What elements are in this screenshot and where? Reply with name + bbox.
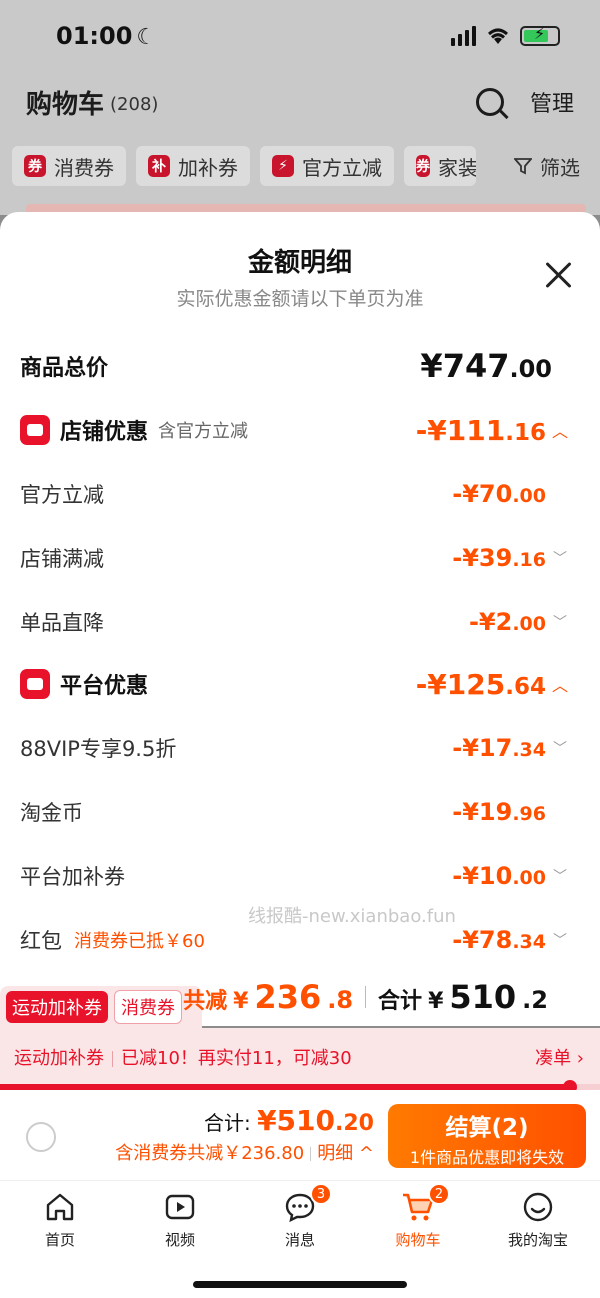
home-icon (46, 1193, 74, 1221)
messages-badge: 3 (310, 1183, 332, 1205)
row-taojinbi: 淘金币 -¥19.96 (20, 798, 546, 826)
wifi-icon (488, 28, 508, 44)
sheet-subtitle: 实际优惠金额请以下单页为准 (176, 288, 424, 310)
detail-toggle[interactable]: 明细 ^ (317, 1143, 374, 1164)
close-icon[interactable] (544, 260, 574, 290)
sheet-title: 金额明细 (247, 248, 352, 278)
filter-button[interactable]: 筛选 (514, 146, 588, 186)
chevron-up-icon: ︿ (551, 422, 568, 441)
cart-background: 01:00 ☾ ⚡ 购物车 (208) 管理 券消费券 补加补券 ⚡ 官方立减 券家… (0, 0, 600, 216)
profile-icon (523, 1192, 553, 1222)
lightning-icon: ⚡ (272, 155, 294, 177)
checkout-bar: 合计: ¥510.20 含消费券共减￥236.80 明细 ^ 结算(2) 1件商品… (0, 1090, 600, 1180)
row-single-item-drop[interactable]: 单品直降 -¥2.00 ﹀ (20, 602, 570, 642)
chevron-down-icon: ﹀ (553, 615, 567, 631)
battery-icon: ⚡ (520, 24, 560, 46)
tab-home[interactable]: 首页 (0, 1189, 120, 1250)
chip-official-discount[interactable]: ⚡ 官方立减 (260, 146, 394, 186)
discount-summary: 运动加补券 消费券 共减 ¥236.8 合计 ¥510.2 (0, 972, 600, 1028)
row-official-discount: 官方立减 -¥70.00 (20, 480, 546, 508)
checkout-button[interactable]: 结算(2) 1件商品优惠即将失效 (388, 1104, 586, 1168)
chip-subsidy-coupon[interactable]: 补加补券 (136, 146, 250, 186)
filter-chips: 券消费券 补加补券 ⚡ 官方立减 券家装 筛选 (12, 146, 588, 188)
filter-icon (514, 158, 532, 175)
chevron-down-icon: ﹀ (553, 933, 567, 949)
row-platform-subsidy-coupon[interactable]: 平台加补券 -¥10.00 ﹀ (20, 856, 570, 896)
tab-my-taobao[interactable]: 我的淘宝 (478, 1189, 598, 1250)
chip-consumer-coupon[interactable]: 券消费券 (12, 146, 126, 186)
coupon-icon: 券 (24, 155, 46, 177)
chevron-down-icon: ﹀ (553, 869, 567, 885)
tab-cart[interactable]: 2 购物车 (358, 1183, 478, 1250)
moon-icon: ☾ (136, 25, 157, 50)
watermark: 线报酷-new.xianbao.fun (248, 906, 456, 927)
chevron-up-icon: ︿ (551, 676, 568, 695)
row-total-price: 商品总价 ¥747.00 (20, 347, 552, 385)
status-time: 01:00 (56, 22, 133, 50)
tag-consumer-coupon: 消费券 (114, 990, 182, 1024)
subsidy-icon: 补 (148, 155, 170, 177)
chevron-down-icon: ﹀ (553, 741, 567, 757)
total-reduction: 236 (254, 978, 322, 1016)
row-store-full-reduction[interactable]: 店铺满减 -¥39.16 ﹀ (20, 538, 570, 578)
tab-video[interactable]: 视频 (120, 1189, 240, 1250)
promo-bar[interactable]: 运动加补券 已减10！再实付11，可减30 凑单 › (0, 1028, 600, 1094)
summary-total: 510 (449, 978, 517, 1016)
cart-header: 购物车 (208) 管理 (26, 80, 574, 124)
cart-badge: 2 (428, 1183, 450, 1205)
add-items-link[interactable]: 凑单 › (535, 1044, 584, 1070)
row-platform-discount[interactable]: 平台优惠 -¥125.64 ︿ (20, 664, 570, 704)
signal-icon (451, 26, 476, 46)
row-store-discount[interactable]: 店铺优惠 含官方立减 -¥111.16 ︿ (20, 410, 570, 450)
home-indicator (193, 1281, 407, 1288)
chevron-down-icon: ﹀ (553, 551, 567, 567)
platform-coupon-icon (20, 669, 50, 699)
tab-bar: 首页 视频 3 消息 2 购物车 我的淘宝 (0, 1180, 600, 1298)
video-icon (165, 1194, 195, 1220)
amount-detail-sheet: 金额明细 实际优惠金额请以下单页为准 商品总价 ¥747.00 店铺优惠 含官方… (0, 212, 600, 988)
tag-sports-coupon: 运动加补券 (6, 991, 108, 1023)
cart-count: (208) (110, 93, 159, 115)
manage-button[interactable]: 管理 (530, 86, 574, 118)
search-icon[interactable] (475, 88, 504, 116)
promo-name: 运动加补券 (14, 1048, 104, 1069)
checkout-total: ¥510 (257, 1104, 336, 1137)
chip-home-decor[interactable]: 券家装 (404, 146, 476, 186)
page-title: 购物车 (26, 89, 105, 120)
store-icon (20, 415, 50, 445)
select-all-checkbox[interactable] (26, 1122, 56, 1152)
tab-messages[interactable]: 3 消息 (240, 1183, 360, 1250)
coupon-icon: 券 (416, 155, 430, 177)
row-88vip-discount[interactable]: 88VIP专享9.5折 -¥17.34 ﹀ (20, 728, 570, 768)
promo-text: 已减10！再实付11，可减30 (121, 1048, 352, 1069)
status-bar: 01:00 ☾ ⚡ (56, 18, 560, 54)
